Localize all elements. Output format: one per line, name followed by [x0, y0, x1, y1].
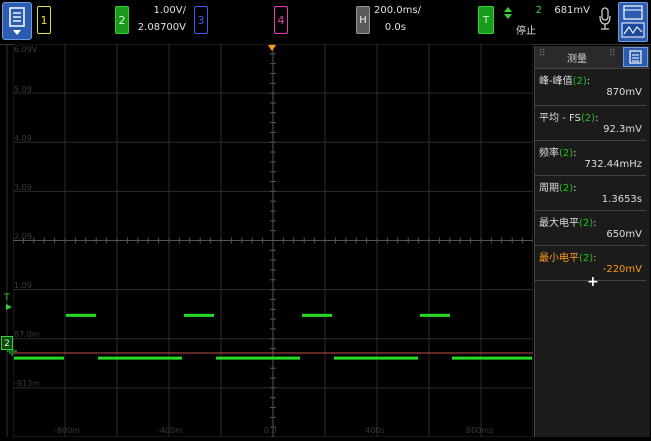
measurement-item[interactable]: 周期(2): 1.3653s — [535, 176, 646, 211]
display-view-button[interactable] — [618, 2, 648, 42]
channel-3-button[interactable]: 3 — [194, 6, 208, 34]
measurement-item[interactable]: 频率(2): 732.44mHz — [535, 141, 646, 176]
measurement-label: 平均 - FS(2): — [539, 113, 599, 124]
channel-2-ground-marker[interactable]: 2 — [1, 336, 13, 350]
measurement-panel-title: 测量 — [567, 54, 587, 65]
x-axis-label: -400m — [157, 426, 183, 435]
trigger-level-marker[interactable]: T — [4, 293, 10, 303]
measurement-item[interactable]: 峰-峰值(2): 870mV — [535, 69, 646, 106]
x-axis-label: 400s — [365, 426, 385, 435]
measurement-item[interactable]: 最大电平(2): 650mV — [535, 211, 646, 246]
timebase-value: 200.0ms/ — [374, 5, 421, 16]
measurement-label: 最大电平(2): — [539, 218, 597, 229]
measurement-label: 周期(2): — [539, 183, 577, 194]
add-measurement-button[interactable]: + — [587, 274, 599, 290]
drag-handle-icon[interactable]: ⠿ — [609, 49, 616, 59]
measurement-value: 650mV — [606, 229, 642, 240]
waveform-grid — [12, 43, 534, 438]
measurement-value: 732.44mHz — [584, 159, 643, 170]
panel-menu-button[interactable] — [623, 47, 648, 67]
waveform-display[interactable] — [12, 43, 534, 438]
y-axis-label: 2.09 — [14, 232, 32, 241]
run-status: 停止 — [516, 26, 536, 37]
channel-2-button[interactable]: 2 — [115, 6, 129, 34]
y-axis-label: -913m — [14, 379, 40, 388]
y-axis-label: 1.09 — [14, 281, 32, 290]
y-axis-label: 6.09V — [14, 45, 38, 54]
measurement-label: 最小电平(2): — [539, 253, 597, 264]
trigger-level: 681mV — [554, 5, 590, 16]
x-axis-label: 800ms — [466, 426, 494, 435]
ground-icon — [7, 350, 17, 356]
top-toolbar: 1 2 1.00V/ 2.08700V 3 4 H 200.0ms/ 0.0s … — [0, 0, 651, 45]
measurement-value: 1.3653s — [601, 194, 642, 205]
trigger-source: 2 — [535, 5, 542, 16]
x-axis-label: -800m — [54, 426, 80, 435]
trigger-button[interactable]: T — [478, 6, 494, 34]
horizontal-button[interactable]: H — [356, 6, 370, 34]
y-axis-label: 87.0m — [14, 330, 40, 339]
y-axis-label: 3.09 — [14, 183, 32, 192]
y-axis-label: 4.09 — [14, 134, 32, 143]
measurement-label: 峰-峰值(2): — [539, 76, 591, 87]
delay-value: 0.0s — [384, 22, 406, 33]
channel-1-button[interactable]: 1 — [37, 6, 51, 34]
trigger-level-arrow-icon — [6, 304, 12, 310]
channel-2-offset: 2.08700V — [137, 22, 186, 33]
measurement-panel-header: ⠿ 测量 ⠿ — [535, 46, 650, 69]
measurement-value: 92.3mV — [603, 124, 642, 135]
measurement-panel: ⠿ 测量 ⠿ 峰-峰值(2): 870mV 平均 - FS(2): 92.3mV… — [534, 46, 650, 437]
window-waveform-icon — [621, 5, 645, 38]
y-axis-label: 5.09 — [14, 85, 32, 94]
measurement-value: -220mV — [602, 264, 642, 275]
channel-2-scale: 1.00V/ — [153, 5, 186, 16]
x-axis-label: 0.0 — [264, 426, 277, 435]
list-icon — [629, 50, 642, 64]
menu-icon — [9, 7, 25, 35]
main-menu-button[interactable] — [2, 2, 32, 40]
drag-handle-icon[interactable]: ⠿ — [539, 49, 546, 59]
left-marker-strip — [6, 44, 8, 437]
measurement-item[interactable]: 平均 - FS(2): 92.3mV — [535, 106, 646, 141]
microphone-icon[interactable] — [598, 6, 612, 34]
trigger-position-marker-icon[interactable] — [268, 45, 276, 51]
measurement-value: 870mV — [606, 87, 642, 98]
measurement-label: 频率(2): — [539, 148, 577, 159]
trigger-edge-icon — [504, 7, 512, 19]
channel-4-button[interactable]: 4 — [274, 6, 288, 34]
